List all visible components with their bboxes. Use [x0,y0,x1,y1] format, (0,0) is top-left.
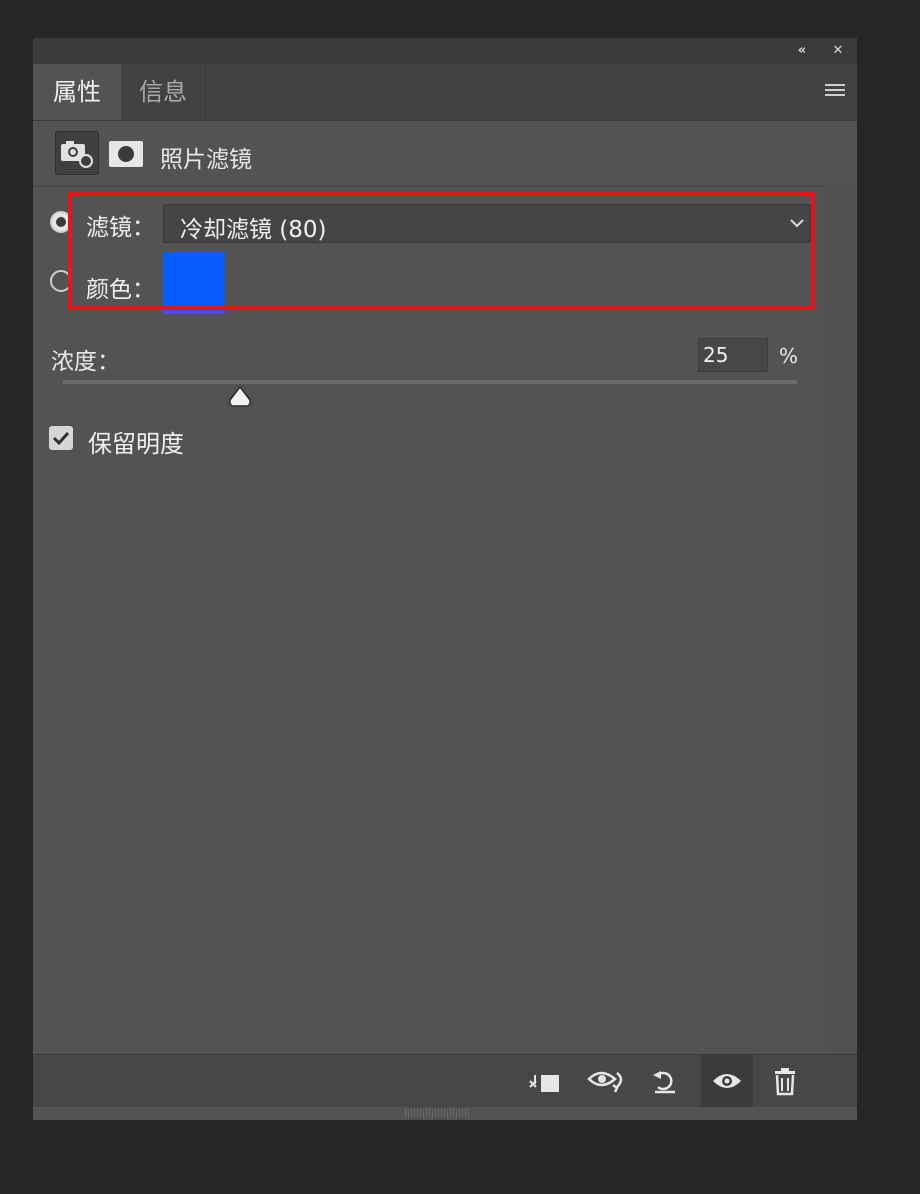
camera-adjustment-icon[interactable] [55,131,99,175]
preserve-luminosity-checkbox[interactable] [49,426,73,450]
density-label: 浓度： [51,349,120,375]
filter-label: 滤镜： [86,215,155,241]
color-radio[interactable] [50,270,72,292]
filter-select-value: 冷却滤镜 (80) [180,217,327,243]
density-input[interactable]: 25 [698,338,768,372]
properties-panel: « ✕ 属性 信息 照片滤镜 滤镜： 冷却滤镜 (80) 颜色： 浓度： 25 … [33,38,857,1120]
resize-grip[interactable] [405,1109,469,1117]
chevron-down-icon [790,219,804,228]
adjustment-header: 照片滤镜 [33,121,857,187]
trash-icon[interactable] [769,1065,801,1097]
collapse-icon[interactable]: « [793,42,811,60]
tab-info[interactable]: 信息 [121,64,206,120]
adjustment-title: 照片滤镜 [160,147,252,173]
scroll-area-edge [825,186,857,1054]
filter-select[interactable]: 冷却滤镜 (80) [163,204,811,243]
bottom-toolbar [33,1054,857,1107]
checkmark-icon [52,431,70,446]
preserve-luminosity-label: 保留明度 [88,430,184,458]
close-icon[interactable]: ✕ [829,42,847,60]
density-slider[interactable] [63,380,797,384]
tab-bar: 属性 信息 [33,64,857,121]
panel-titlebar: « ✕ [33,38,857,64]
clip-to-layer-icon[interactable] [527,1065,559,1097]
color-label: 颜色： [86,277,155,303]
slider-thumb[interactable] [228,386,252,408]
hamburger-menu-icon[interactable] [825,84,845,98]
view-previous-state-icon[interactable] [587,1065,627,1097]
color-swatch[interactable] [163,252,225,314]
visibility-icon[interactable] [701,1055,753,1107]
tab-properties[interactable]: 属性 [33,64,121,120]
layer-mask-icon[interactable] [109,141,143,167]
filter-radio[interactable] [50,211,72,233]
reset-icon[interactable] [649,1065,681,1097]
density-unit: % [779,344,799,368]
